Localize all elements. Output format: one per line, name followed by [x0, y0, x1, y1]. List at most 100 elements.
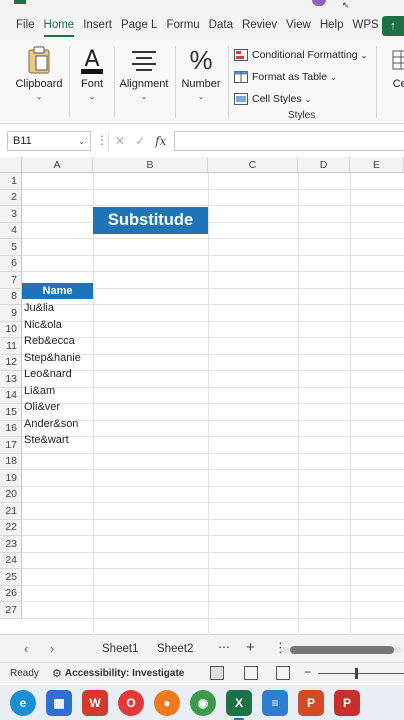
wps-icon[interactable]: W — [82, 689, 108, 716]
gridline — [22, 205, 404, 206]
format-as-table-button[interactable]: Format as Table ⌄ — [234, 66, 367, 88]
row-header[interactable]: 16 — [0, 420, 22, 437]
notepad-icon[interactable]: ≡ — [262, 689, 288, 716]
row-header[interactable]: 27 — [0, 602, 22, 619]
header-cell-a7[interactable]: Name — [22, 283, 93, 299]
profile-avatar[interactable] — [312, 0, 326, 6]
scroll-right-icon[interactable]: › — [50, 641, 54, 656]
name-cell[interactable]: Oli&ver — [24, 399, 60, 415]
tab-page-layout[interactable]: Page L — [121, 11, 157, 39]
row-header[interactable]: 15 — [0, 404, 22, 421]
name-cell[interactable]: Ander&son — [24, 416, 78, 432]
row-header[interactable]: 11 — [0, 338, 22, 355]
column-header-b[interactable]: B — [93, 157, 208, 173]
name-box[interactable]: B11 ⌄ — [7, 131, 91, 151]
store-icon[interactable]: ▦ — [46, 689, 72, 716]
wps-presentation-icon[interactable]: P — [298, 689, 324, 716]
tab-help[interactable]: Help — [320, 11, 344, 39]
zoom-slider-thumb[interactable] — [355, 668, 358, 679]
name-cell[interactable]: Step&hanie — [24, 350, 81, 366]
row-header[interactable]: 23 — [0, 536, 22, 553]
conditional-formatting-button[interactable]: Conditional Formatting ⌄ — [234, 44, 367, 66]
row-header[interactable]: 8 — [0, 288, 22, 305]
cancel-icon[interactable]: ✕ — [115, 134, 125, 148]
tab-data[interactable]: Data — [209, 11, 233, 39]
row-header[interactable]: 5 — [0, 239, 22, 256]
opera-icon[interactable]: O — [118, 689, 144, 716]
page-break-view-icon[interactable] — [276, 666, 290, 680]
column-header-e[interactable]: E — [350, 157, 404, 173]
row-header[interactable]: 19 — [0, 470, 22, 487]
sheet-tab-sheet2[interactable]: Sheet2 — [157, 643, 193, 655]
zoom-out-icon[interactable]: − — [304, 665, 311, 679]
svg-text:A: A — [84, 47, 99, 72]
add-sheet-icon[interactable]: + — [246, 639, 255, 656]
row-header[interactable]: 6 — [0, 255, 22, 272]
row-header[interactable]: 3 — [0, 206, 22, 223]
row-header[interactable]: 25 — [0, 569, 22, 586]
alignment-group[interactable]: Alignment ⌄ — [118, 42, 170, 120]
row-header[interactable]: 20 — [0, 486, 22, 503]
chrome-icon[interactable]: ◉ — [190, 689, 216, 716]
tab-insert[interactable]: Insert — [83, 11, 112, 39]
title-cell-b3[interactable]: Substitude — [93, 207, 208, 234]
row-header[interactable]: 10 — [0, 321, 22, 338]
number-group[interactable]: % Number ⌄ — [178, 42, 224, 120]
check-icon[interactable]: ✓ — [135, 134, 145, 148]
row-header[interactable]: 21 — [0, 503, 22, 520]
sheet-tabs-bar: ‹ › Sheet1 Sheet2 ⋯ + ⋮ — [0, 634, 404, 662]
row-header[interactable]: 17 — [0, 437, 22, 454]
gridline — [22, 188, 404, 190]
more-options-icon[interactable]: ⋮ — [96, 133, 108, 147]
cells-group[interactable]: Cel — [386, 42, 404, 120]
name-cell[interactable]: Ste&wart — [24, 432, 69, 448]
tab-review[interactable]: Reviev — [242, 11, 277, 39]
column-header-a[interactable]: A — [22, 157, 93, 173]
row-header[interactable]: 4 — [0, 222, 22, 239]
sheet-tab-sheet1[interactable]: Sheet1 — [102, 643, 138, 655]
accessibility-button[interactable]: ⚙ Accessibility: Investigate — [52, 667, 184, 680]
page-layout-view-icon[interactable] — [244, 666, 258, 680]
name-cell[interactable]: Nic&ola — [24, 317, 62, 333]
row-header[interactable]: 14 — [0, 387, 22, 404]
row-header[interactable]: 13 — [0, 371, 22, 388]
tab-formulas[interactable]: Formu — [166, 11, 199, 39]
row-header[interactable]: 1 — [0, 173, 22, 190]
row-header[interactable]: 9 — [0, 305, 22, 322]
powerpoint-icon[interactable]: P — [334, 689, 360, 716]
row-header[interactable]: 24 — [0, 552, 22, 569]
row-header[interactable]: 7 — [0, 272, 22, 289]
firefox-icon[interactable]: ● — [154, 689, 180, 716]
more-sheets-icon[interactable]: ⋯ — [218, 640, 231, 654]
row-header[interactable]: 18 — [0, 453, 22, 470]
font-group[interactable]: A Font ⌄ — [72, 42, 112, 120]
name-cell[interactable]: Li&am — [24, 383, 55, 399]
select-all-corner[interactable] — [0, 157, 22, 173]
edge-icon[interactable]: e — [10, 689, 36, 716]
scroll-left-icon[interactable]: ‹ — [24, 641, 28, 656]
worksheet-grid[interactable]: A B C D E 1 2 3 4 5 6 7 8 9 10 11 12 13 14 15 16 17 18 19 2… — [0, 157, 404, 633]
clipboard-group[interactable]: Clipboard ⌄ — [12, 42, 66, 120]
tab-home[interactable]: Home — [43, 11, 74, 39]
normal-view-icon[interactable] — [210, 666, 224, 680]
gridline — [22, 452, 404, 454]
zoom-slider[interactable] — [318, 673, 404, 674]
tab-file[interactable]: File — [16, 11, 35, 39]
insert-function-button[interactable]: fx — [155, 134, 166, 148]
gridline — [22, 320, 404, 322]
column-header-d[interactable]: D — [298, 157, 350, 173]
row-header[interactable]: 12 — [0, 354, 22, 371]
excel-icon[interactable]: X — [226, 689, 252, 720]
cell-styles-button[interactable]: Cell Styles ⌄ — [234, 88, 367, 110]
column-header-c[interactable]: C — [208, 157, 298, 173]
name-cell[interactable]: Ju&lia — [24, 300, 54, 316]
share-icon[interactable]: ↑ — [382, 16, 404, 36]
tab-view[interactable]: View — [286, 11, 311, 39]
row-header[interactable]: 2 — [0, 189, 22, 206]
horizontal-scrollbar-thumb[interactable] — [290, 646, 394, 654]
name-cell[interactable]: Reb&ecca — [24, 333, 75, 349]
row-header[interactable]: 22 — [0, 519, 22, 536]
row-header[interactable]: 26 — [0, 585, 22, 602]
name-cell[interactable]: Leo&nard — [24, 366, 72, 382]
formula-input[interactable] — [174, 131, 404, 151]
